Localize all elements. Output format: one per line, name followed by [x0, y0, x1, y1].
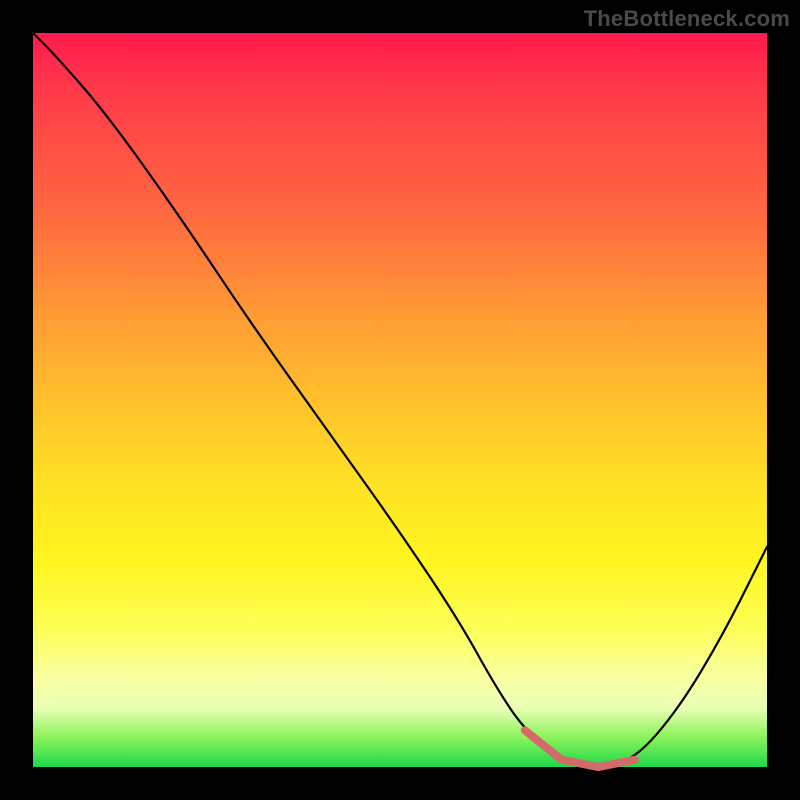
plot-area: [33, 33, 767, 767]
curve-svg: [33, 33, 767, 767]
bottleneck-curve-highlight: [525, 730, 635, 767]
watermark-text: TheBottleneck.com: [584, 6, 790, 32]
chart-frame: TheBottleneck.com: [0, 0, 800, 800]
bottleneck-curve: [33, 33, 767, 765]
